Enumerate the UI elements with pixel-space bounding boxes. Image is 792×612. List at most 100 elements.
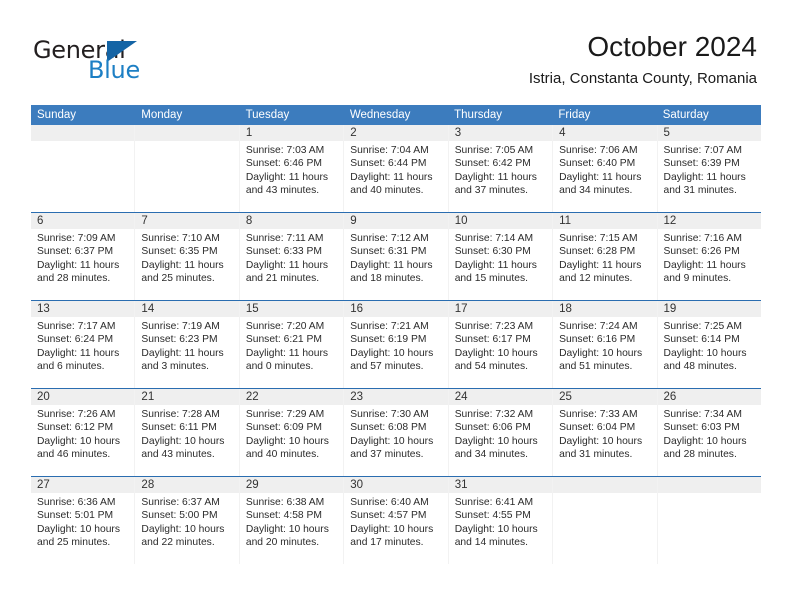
calendar-day-cell[interactable]: 27 Sunrise: 6:36 AM Sunset: 5:01 PM Dayligh…: [31, 477, 136, 564]
calendar-day-cell[interactable]: 3 Sunrise: 7:05 AM Sunset: 6:42 PM Daylight…: [448, 125, 554, 212]
sunrise-text: Sunrise: 6:36 AM: [37, 497, 116, 508]
daylight-text: Daylight: 11 hours and 0 minutes.: [245, 347, 329, 373]
day-number: 20: [31, 389, 135, 405]
day-number: 27: [31, 477, 135, 493]
calendar-day-cell[interactable]: 29 Sunrise: 6:38 AM Sunset: 4:58 PM Dayligh…: [239, 477, 345, 564]
calendar-day-cell[interactable]: 24 Sunrise: 7:32 AM Sunset: 6:06 PM Dayligh…: [448, 389, 554, 476]
calendar-day-cell[interactable]: 4 Sunrise: 7:06 AM Sunset: 6:40 PM Daylight…: [553, 125, 658, 212]
sunrise-text: Sunrise: 7:21 AM: [350, 321, 429, 332]
day-sun-info: Sunrise: 7:25 AM Sunset: 6:14 PM Daylight:…: [658, 317, 761, 374]
calendar-day-cell[interactable]: 26 Sunrise: 7:34 AM Sunset: 6:03 PM Dayligh…: [657, 389, 761, 476]
sunset-text: Sunset: 6:06 PM: [454, 422, 531, 434]
page-header: General Blue October 2024 Istria, Consta…: [0, 0, 792, 100]
day-number: 5: [657, 125, 761, 141]
calendar-day-cell[interactable]: 11 Sunrise: 7:15 AM Sunset: 6:28 PM Dayligh…: [553, 213, 658, 300]
day-sun-info: Sunrise: 7:28 AM Sunset: 6:11 PM Daylight:…: [135, 405, 238, 462]
day-sun-info: Sunrise: 7:34 AM Sunset: 6:03 PM Daylight:…: [658, 405, 761, 462]
calendar-day-cell[interactable]: 21 Sunrise: 7:28 AM Sunset: 6:11 PM Dayligh…: [135, 389, 240, 476]
day-number: 11: [553, 213, 657, 229]
day-number: 26: [657, 389, 761, 405]
calendar-day-cell[interactable]: 6 Sunrise: 7:09 AM Sunset: 6:37 PM Daylight…: [31, 213, 136, 300]
day-sun-info: Sunrise: 7:30 AM Sunset: 6:08 PM Daylight:…: [344, 405, 447, 462]
day-number: 19: [657, 301, 761, 317]
daylight-text: Daylight: 10 hours and 25 minutes.: [37, 523, 120, 549]
day-sun-info: Sunrise: 7:07 AM Sunset: 6:39 PM Daylight:…: [658, 141, 761, 198]
sunrise-text: Sunrise: 6:41 AM: [454, 497, 534, 508]
day-sun-info: Sunrise: 7:20 AM Sunset: 6:21 PM Daylight:…: [240, 317, 343, 374]
calendar-day-cell[interactable]: 12 Sunrise: 7:16 AM Sunset: 6:26 PM Dayligh…: [657, 213, 761, 300]
daylight-text: Daylight: 11 hours and 12 minutes.: [559, 259, 642, 285]
calendar-day-cell[interactable]: 9 Sunrise: 7:12 AM Sunset: 6:31 PM Daylight…: [344, 213, 449, 300]
day-number: 15: [239, 301, 344, 317]
sunset-text: Sunset: 6:46 PM: [245, 158, 322, 170]
day-number: 6: [31, 213, 135, 229]
sunrise-text: Sunrise: 7:15 AM: [559, 233, 638, 244]
calendar-day-cell[interactable]: 18 Sunrise: 7:24 AM Sunset: 6:16 PM Dayligh…: [553, 301, 658, 388]
sunset-text: Sunset: 6:23 PM: [141, 334, 218, 346]
sunrise-text: Sunrise: 7:06 AM: [559, 145, 638, 156]
sunset-text: Sunset: 4:55 PM: [454, 510, 531, 522]
calendar-day-cell[interactable]: 2 Sunrise: 7:04 AM Sunset: 6:44 PM Daylight…: [344, 125, 449, 212]
calendar-day-cell[interactable]: 25 Sunrise: 7:33 AM Sunset: 6:04 PM Dayligh…: [553, 389, 658, 476]
day-sun-info: Sunrise: 6:38 AM Sunset: 4:58 PM Daylight:…: [240, 493, 343, 550]
calendar-day-cell[interactable]: 16 Sunrise: 7:21 AM Sunset: 6:19 PM Dayligh…: [344, 301, 449, 388]
page-subtitle: Istria, Constanta County, Romania: [528, 70, 757, 87]
daylight-text: Daylight: 11 hours and 18 minutes.: [350, 259, 433, 285]
daylight-text: Daylight: 11 hours and 15 minutes.: [454, 259, 537, 285]
calendar-day-cell[interactable]: 1 Sunrise: 7:03 AM Sunset: 6:46 PM Daylight…: [239, 125, 345, 212]
calendar-day-cell[interactable]: 22 Sunrise: 7:29 AM Sunset: 6:09 PM Dayligh…: [239, 389, 345, 476]
day-sun-info: Sunrise: 7:04 AM Sunset: 6:44 PM Daylight:…: [344, 141, 447, 198]
daylight-text: Daylight: 10 hours and 40 minutes.: [245, 435, 329, 461]
calendar-day-cell[interactable]: 20 Sunrise: 7:26 AM Sunset: 6:12 PM Dayligh…: [31, 389, 136, 476]
sunset-text: Sunset: 6:44 PM: [350, 158, 427, 170]
day-number: 2: [344, 125, 448, 141]
calendar-day-cell[interactable]: 30 Sunrise: 6:40 AM Sunset: 4:57 PM Dayligh…: [344, 477, 449, 564]
sunset-text: Sunset: 6:03 PM: [663, 422, 740, 434]
calendar-day-cell[interactable]: 13 Sunrise: 7:17 AM Sunset: 6:24 PM Dayligh…: [31, 301, 136, 388]
calendar-day-cell[interactable]: 28 Sunrise: 6:37 AM Sunset: 5:00 PM Dayligh…: [135, 477, 240, 564]
daylight-text: Daylight: 10 hours and 57 minutes.: [350, 347, 434, 373]
weekday-header-monday: Monday: [141, 109, 183, 121]
daylight-text: Daylight: 10 hours and 37 minutes.: [350, 435, 434, 461]
calendar-day-cell[interactable]: 31 Sunrise: 6:41 AM Sunset: 4:55 PM Dayligh…: [448, 477, 554, 564]
day-number: 23: [344, 389, 448, 405]
calendar-day-cell[interactable]: 17 Sunrise: 7:23 AM Sunset: 6:17 PM Dayligh…: [448, 301, 554, 388]
calendar-day-cell[interactable]: 8 Sunrise: 7:11 AM Sunset: 6:33 PM Daylight…: [239, 213, 345, 300]
day-sun-info: Sunrise: 7:23 AM Sunset: 6:17 PM Daylight:…: [449, 317, 552, 374]
day-sun-info: Sunrise: 7:11 AM Sunset: 6:33 PM Daylight:…: [240, 229, 343, 286]
calendar-day-cell[interactable]: 23 Sunrise: 7:30 AM Sunset: 6:08 PM Dayligh…: [344, 389, 449, 476]
day-number: 18: [553, 301, 657, 317]
calendar-day-cell[interactable]: 10 Sunrise: 7:14 AM Sunset: 6:30 PM Dayligh…: [448, 213, 554, 300]
day-sun-info: Sunrise: 7:21 AM Sunset: 6:19 PM Daylight:…: [344, 317, 447, 374]
calendar-day-cell-empty: [31, 125, 136, 212]
day-number: 25: [553, 389, 657, 405]
daylight-text: Daylight: 11 hours and 21 minutes.: [245, 259, 329, 285]
daylight-text: Daylight: 10 hours and 43 minutes.: [141, 435, 225, 461]
weekday-header-row: Sunday Monday Tuesday Wednesday Thursday Frid…: [31, 105, 761, 125]
calendar-day-cell[interactable]: 15 Sunrise: 7:20 AM Sunset: 6:21 PM Dayligh…: [239, 301, 345, 388]
day-number: 28: [135, 477, 239, 493]
calendar-day-cell[interactable]: 5 Sunrise: 7:07 AM Sunset: 6:39 PM Daylight…: [657, 125, 761, 212]
sunset-text: Sunset: 6:40 PM: [559, 158, 636, 170]
weekday-header-saturday: Saturday: [662, 109, 709, 121]
calendar-day-cell[interactable]: 14 Sunrise: 7:19 AM Sunset: 6:23 PM Dayligh…: [135, 301, 240, 388]
page-title: October 2024: [587, 31, 757, 62]
calendar-week-row: 6 Sunrise: 7:09 AM Sunset: 6:37 PM Daylight…: [31, 212, 761, 300]
daylight-text: Daylight: 11 hours and 34 minutes.: [559, 171, 642, 197]
sunrise-text: Sunrise: 7:16 AM: [663, 233, 742, 244]
day-sun-info: Sunrise: 7:12 AM Sunset: 6:31 PM Daylight:…: [344, 229, 447, 286]
calendar-day-cell[interactable]: 19 Sunrise: 7:25 AM Sunset: 6:14 PM Dayligh…: [657, 301, 761, 388]
daylight-text: Daylight: 10 hours and 28 minutes.: [663, 435, 747, 461]
calendar-day-cell[interactable]: 7 Sunrise: 7:10 AM Sunset: 6:35 PM Daylight…: [135, 213, 240, 300]
day-sun-info: Sunrise: 7:06 AM Sunset: 6:40 PM Daylight:…: [553, 141, 656, 198]
calendar-day-cell-empty: [553, 477, 658, 564]
sunset-text: Sunset: 6:28 PM: [559, 246, 636, 258]
sunrise-text: Sunrise: 7:04 AM: [350, 145, 429, 156]
sunrise-text: Sunrise: 7:23 AM: [454, 321, 534, 332]
sunset-text: Sunset: 5:00 PM: [141, 510, 218, 522]
daylight-text: Daylight: 10 hours and 14 minutes.: [454, 523, 538, 549]
day-number: [31, 125, 135, 141]
sunrise-text: Sunrise: 7:10 AM: [141, 233, 220, 244]
day-number: 14: [135, 301, 239, 317]
weekday-header-friday: Friday: [558, 109, 591, 121]
